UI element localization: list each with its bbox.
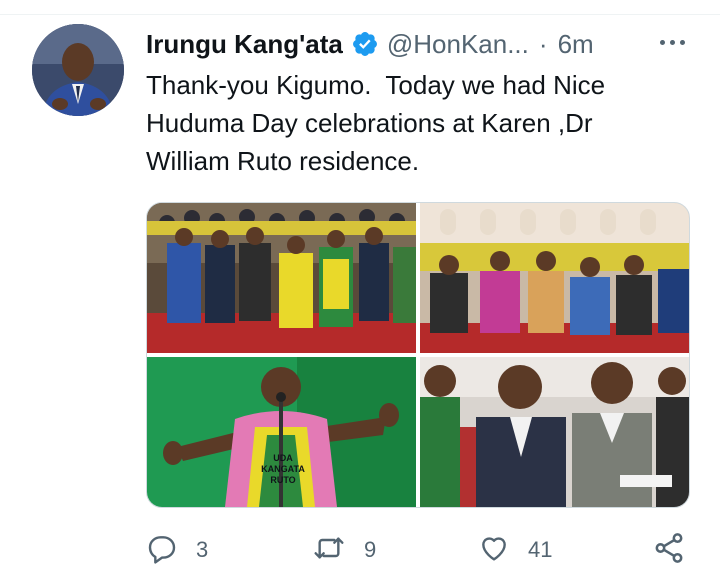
like-button[interactable]: 41 [478,530,552,570]
photo-seated-men[interactable] [420,357,689,507]
timestamp[interactable]: 6m [558,29,594,60]
tweet-text: Thank-you Kigumo. Today we had Nice Hudu… [146,70,606,176]
photo-woman-singing[interactable]: UDA KANGATA RUTO [147,357,416,507]
share-button[interactable] [652,530,686,570]
more-dot [659,39,665,45]
apron-text-line: KANGATA [261,464,305,474]
retweet-count: 9 [364,537,377,562]
apron-text-line: RUTO [270,475,296,485]
media-grid: UDA KANGATA RUTO [146,202,690,508]
display-name[interactable]: Irungu Kang'ata [146,29,343,60]
retweet-icon [312,532,346,569]
retweet-button[interactable]: 9 [312,530,376,570]
handle[interactable]: @HonKan... [387,29,529,60]
photo-seated-crowd[interactable] [420,203,689,353]
tweet-actions: 3 9 41 [0,530,720,570]
more-options-icon[interactable] [652,30,692,54]
apron-text-line: UDA [273,453,293,463]
top-divider [0,14,720,15]
share-icon [652,531,686,570]
more-dot [669,39,675,45]
reply-icon [146,532,178,569]
avatar[interactable] [32,24,124,116]
separator-dot: · [538,28,548,59]
like-count: 41 [528,537,553,562]
tweet-header: Irungu Kang'ata @HonKan... · 6m [146,26,594,62]
photo-dancing-group[interactable] [147,203,416,353]
like-icon [478,532,510,569]
apron-text: UDA KANGATA RUTO [255,453,311,486]
reply-button[interactable]: 3 [146,530,208,570]
more-dot [679,39,685,45]
reply-count: 3 [196,537,209,562]
verified-badge-icon [351,30,379,58]
